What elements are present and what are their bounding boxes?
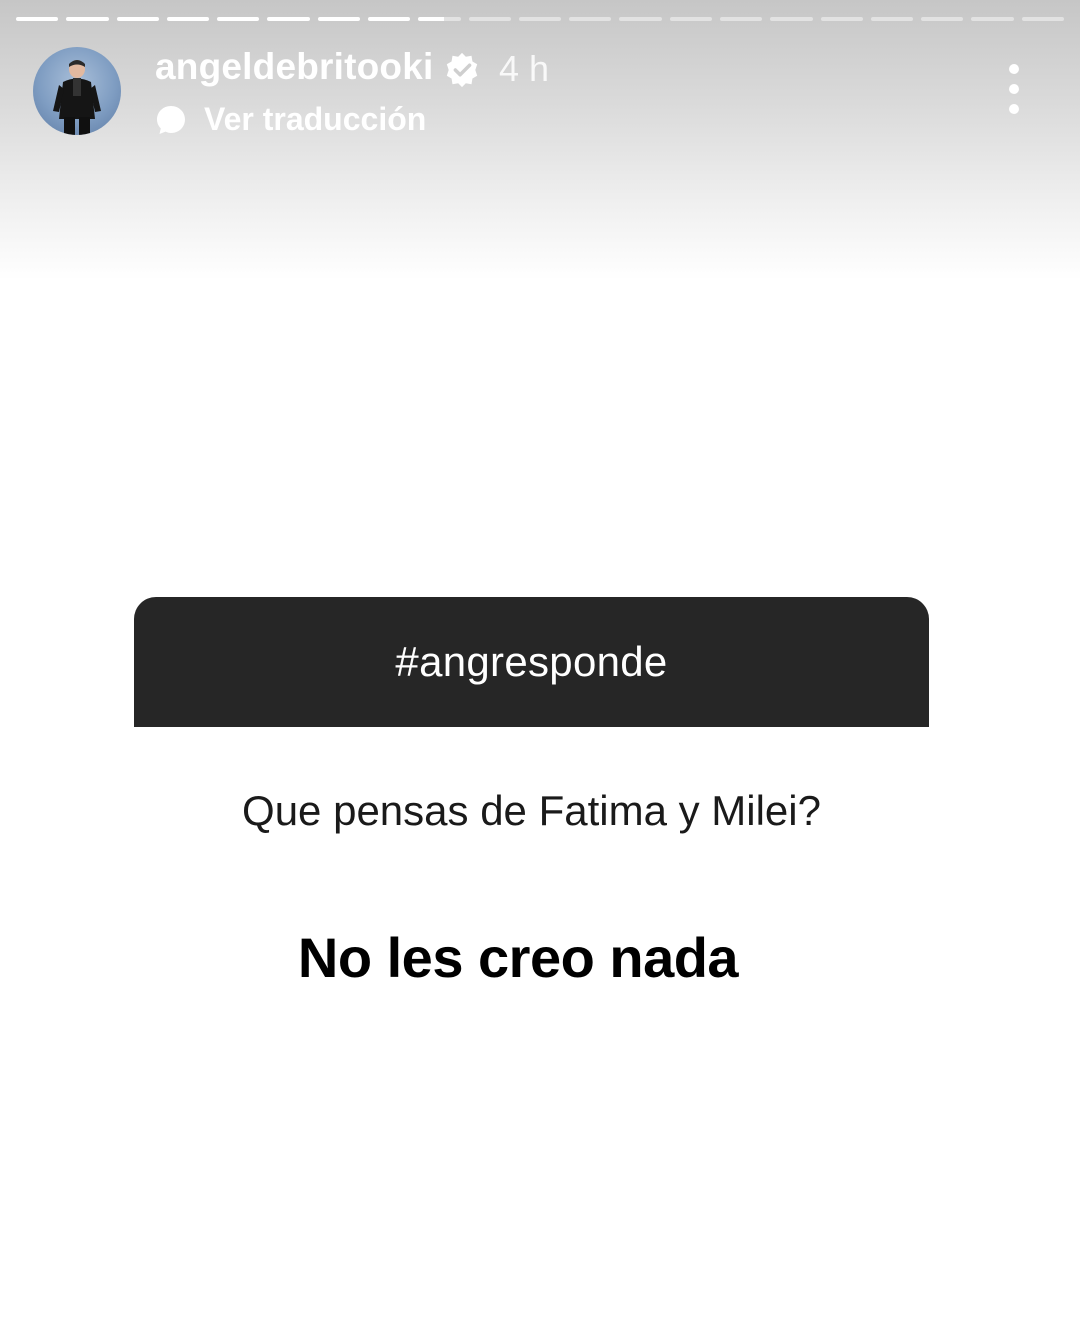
question-sticker[interactable]: #angresponde Que pensas de Fatima y Mile… <box>134 597 929 835</box>
progress-segment <box>770 17 813 21</box>
story-progress-bar <box>16 17 1064 21</box>
progress-segment <box>820 17 863 21</box>
progress-segment <box>66 17 109 21</box>
progress-segment <box>518 17 562 21</box>
progress-segment <box>971 17 1014 21</box>
more-dot <box>1009 104 1019 114</box>
avatar-figure-icon <box>53 60 101 135</box>
progress-segment <box>1021 17 1064 21</box>
progress-segment <box>16 17 59 21</box>
see-translation-label: Ver traducción <box>204 101 427 137</box>
progress-segment <box>116 17 159 21</box>
progress-segment <box>418 17 461 21</box>
progress-segment <box>217 17 260 21</box>
progress-segment <box>619 17 662 21</box>
progress-segment <box>367 17 411 21</box>
progress-segment <box>569 17 612 21</box>
progress-segment <box>669 17 712 21</box>
progress-segment <box>166 17 210 21</box>
sticker-question: Que pensas de Fatima y Milei? <box>242 787 821 834</box>
story-top-overlay <box>0 0 1080 280</box>
progress-segment <box>267 17 310 21</box>
story-answer-text: No les creo nada <box>297 926 739 989</box>
sticker-title: #angresponde <box>134 597 929 727</box>
profile-avatar[interactable] <box>33 47 121 135</box>
progress-segment <box>317 17 360 21</box>
story-username[interactable]: angeldebritooki <box>155 46 433 88</box>
progress-segment <box>870 17 914 21</box>
story-timestamp: 4 h <box>499 48 550 89</box>
more-options-button[interactable] <box>1001 64 1027 114</box>
more-vertical-icon <box>1009 64 1019 74</box>
progress-segment <box>468 17 511 21</box>
more-dot <box>1009 84 1019 94</box>
translation-bubble-icon <box>157 105 185 134</box>
see-translation-button[interactable]: Ver traducción <box>155 101 426 138</box>
progress-segment <box>719 17 763 21</box>
verified-badge-icon <box>446 52 478 88</box>
progress-segment <box>921 17 964 21</box>
